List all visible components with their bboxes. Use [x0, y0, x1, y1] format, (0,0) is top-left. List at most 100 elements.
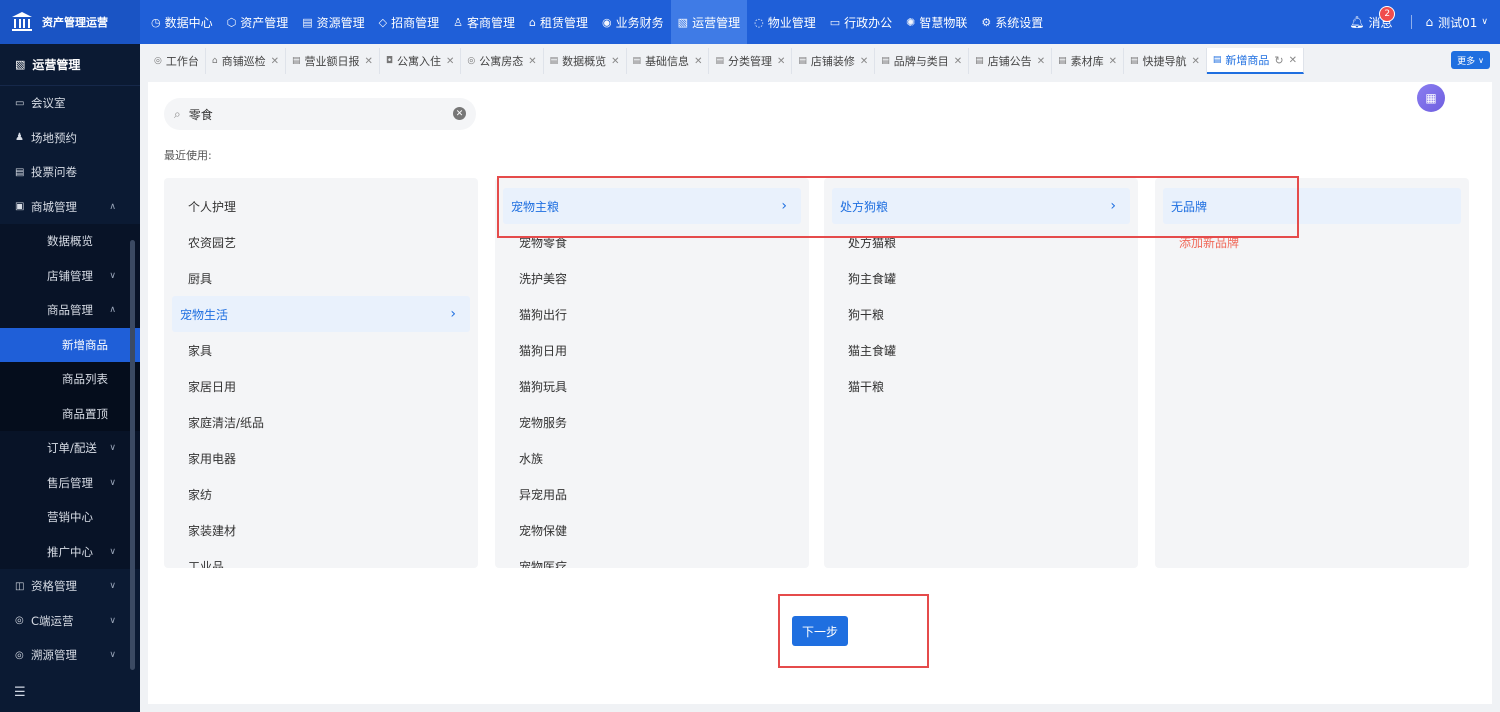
sidebar-item-after-sales[interactable]: 售后管理 ∨: [0, 465, 140, 500]
close-icon[interactable]: ✕: [446, 56, 454, 67]
close-icon[interactable]: ✕: [611, 56, 619, 67]
sidebar-item-data-overview[interactable]: 数据概览: [0, 224, 140, 259]
tab-shop-inspection[interactable]: ⌂ 商铺巡检 ✕: [206, 48, 286, 74]
dashboard-icon: ◎: [154, 56, 162, 66]
topnav-resource[interactable]: ▤ 资源管理: [295, 0, 371, 44]
topnav-admin[interactable]: ▭ 行政办公: [823, 0, 899, 44]
category-item[interactable]: 狗主食罐: [832, 260, 1130, 296]
topnav-investment[interactable]: ◇ 招商管理: [372, 0, 446, 44]
sidebar-item-trace[interactable]: ◎ 溯源管理 ∨: [0, 638, 140, 673]
close-icon[interactable]: ✕: [1192, 56, 1200, 67]
close-icon[interactable]: ✕: [954, 56, 962, 67]
sidebar-item-label: 营销中心: [47, 510, 93, 525]
close-icon[interactable]: ✕: [1109, 56, 1117, 67]
tab-workbench[interactable]: ◎ 工作台: [148, 48, 206, 74]
clear-icon[interactable]: ✕: [453, 107, 466, 120]
sidebar-item-add-goods[interactable]: 新增商品: [0, 327, 140, 362]
category-item[interactable]: 洗护美容: [503, 260, 801, 296]
close-icon[interactable]: ✕: [860, 56, 868, 67]
sidebar-item-meeting-room[interactable]: ▭ 会议室: [0, 86, 140, 121]
sidebar-item-qualification[interactable]: ◫ 资格管理 ∨: [0, 569, 140, 604]
topnav-finance[interactable]: ◉ 业务财务: [595, 0, 671, 44]
topnav-settings[interactable]: ⚙ 系统设置: [974, 0, 1050, 44]
sidebar-item-shop[interactable]: 店铺管理 ∨: [0, 258, 140, 293]
collapse-menu-icon[interactable]: ☰: [14, 685, 26, 700]
category-search-input[interactable]: ⌕ 零食 ✕: [164, 98, 476, 130]
category-item[interactable]: 猫狗玩具: [503, 368, 801, 404]
sidebar-item-venue[interactable]: ♟ 场地预约: [0, 121, 140, 156]
close-icon[interactable]: ✕: [694, 56, 702, 67]
sidebar-item-vote[interactable]: ▤ 投票问卷: [0, 155, 140, 190]
category-item[interactable]: 猫主食罐: [832, 332, 1130, 368]
category-item[interactable]: 工业品: [172, 548, 470, 569]
category-item[interactable]: 家装建材: [172, 512, 470, 548]
close-icon[interactable]: ✕: [271, 56, 279, 67]
sidebar-item-goods-top[interactable]: 商品置顶: [0, 396, 140, 431]
sidebar-item-goods[interactable]: 商品管理 ∧: [0, 293, 140, 328]
category-item[interactable]: 农资园艺: [172, 224, 470, 260]
sidebar-item-orders[interactable]: 订单/配送 ∨: [0, 431, 140, 466]
category-item[interactable]: 厨具: [172, 260, 470, 296]
category-item[interactable]: 宠物医疗: [503, 548, 801, 569]
close-icon[interactable]: ✕: [1037, 56, 1045, 67]
sidebar-item-label: 商品管理: [47, 303, 93, 318]
category-item[interactable]: 猫干粮: [832, 368, 1130, 404]
more-tabs-button[interactable]: 更多 ∨: [1451, 51, 1490, 69]
category-item[interactable]: 家纺: [172, 476, 470, 512]
sidebar-scrollbar[interactable]: [130, 240, 135, 670]
category-item[interactable]: 家居日用: [172, 368, 470, 404]
close-icon[interactable]: ✕: [1289, 55, 1297, 66]
category-item[interactable]: 家庭清洁/纸品: [172, 404, 470, 440]
sidebar-item-goods-list[interactable]: 商品列表: [0, 362, 140, 397]
refresh-icon[interactable]: ↻: [1274, 54, 1283, 67]
tab-apartment-checkin[interactable]: ◘ 公寓入住 ✕: [380, 48, 462, 74]
category-item[interactable]: 异宠用品: [503, 476, 801, 512]
category-item[interactable]: 宠物保健: [503, 512, 801, 548]
tab-shop-notice[interactable]: ▤ 店铺公告 ✕: [969, 48, 1053, 74]
tab-turnover-daily[interactable]: ▤ 营业额日报 ✕: [286, 48, 380, 74]
chevron-down-icon: ∨: [109, 546, 116, 557]
category-item[interactable]: 猫狗出行: [503, 296, 801, 332]
nav-label: 业务财务: [615, 15, 664, 30]
tab-material[interactable]: ▤ 素材库 ✕: [1052, 48, 1124, 74]
tab-brand-category[interactable]: ▤ 品牌与类目 ✕: [875, 48, 970, 74]
sidebar-item-promotion[interactable]: 推广中心 ∨: [0, 534, 140, 569]
topnav-lease[interactable]: ⌂ 租赁管理: [522, 0, 595, 44]
close-icon[interactable]: ✕: [528, 56, 536, 67]
sidebar-item-marketing[interactable]: 营销中心: [0, 500, 140, 535]
category-item[interactable]: 个人护理: [172, 188, 470, 224]
user-menu[interactable]: ⌂ 测试01 ∨: [1426, 14, 1489, 31]
close-icon[interactable]: ✕: [777, 56, 785, 67]
brand[interactable]: 资产管理运营: [0, 0, 140, 44]
target-icon: ◎: [15, 615, 24, 627]
app-title: 资产管理运营: [42, 16, 108, 29]
tab-shop-decoration[interactable]: ▤ 店铺装修 ✕: [792, 48, 876, 74]
tab-add-goods[interactable]: ▤ 新增商品 ↻ ✕: [1206, 48, 1305, 74]
tab-category[interactable]: ▤ 分类管理 ✕: [709, 48, 793, 74]
topnav-operation[interactable]: ▧ 运营管理: [670, 0, 748, 44]
sidebar-item-c-operation[interactable]: ◎ C端运营 ∨: [0, 604, 140, 639]
category-item[interactable]: 宠物服务: [503, 404, 801, 440]
sidebar-item-mall[interactable]: ▣ 商城管理 ∧: [0, 190, 140, 225]
sidebar-item-label: 订单/配送: [47, 441, 97, 456]
clock-icon: ◷: [151, 15, 161, 29]
topnav-merchant[interactable]: ♙ 客商管理: [446, 0, 522, 44]
category-item[interactable]: 家用电器: [172, 440, 470, 476]
topnav-asset[interactable]: ⬡ 资产管理: [220, 0, 296, 44]
topnav-property[interactable]: ◌ 物业管理: [747, 0, 823, 44]
category-item[interactable]: 家具: [172, 332, 470, 368]
tab-data-overview[interactable]: ▤ 数据概览 ✕: [544, 48, 627, 74]
category-item[interactable]: 水族: [503, 440, 801, 476]
tab-quick-nav[interactable]: ▤ 快捷导航 ✕: [1124, 48, 1207, 74]
tab-basic-info[interactable]: ▤ 基础信息 ✕: [627, 48, 710, 74]
topnav-data-center[interactable]: ◷ 数据中心: [144, 0, 220, 44]
shop-float-icon[interactable]: ▦: [1417, 84, 1445, 112]
topnav-iot[interactable]: ✺ 智慧物联: [899, 0, 974, 44]
category-item[interactable]: 猫狗日用: [503, 332, 801, 368]
close-icon[interactable]: ✕: [364, 56, 372, 67]
category-item-selected[interactable]: 宠物生活 ›: [172, 296, 470, 332]
messages-button[interactable]: 🔔︎ 消息 2: [1349, 5, 1396, 31]
tab-apartment-status[interactable]: ◎ 公寓房态 ✕: [461, 48, 544, 74]
next-step-button[interactable]: 下一步: [792, 616, 848, 646]
category-item[interactable]: 狗干粮: [832, 296, 1130, 332]
